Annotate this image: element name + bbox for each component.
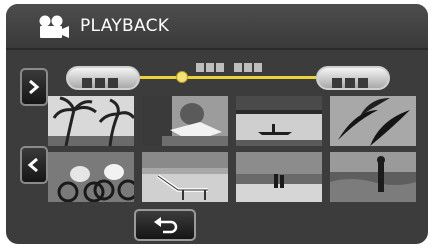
date-placeholder — [82, 73, 121, 92]
timeline-start-date[interactable] — [66, 66, 140, 90]
thumbnail-palm-trees[interactable] — [48, 96, 134, 146]
thumbnail-cyclists[interactable] — [48, 152, 134, 202]
playback-screen: PLAYBACK — [6, 4, 428, 244]
next-page-button[interactable] — [20, 68, 48, 106]
thumbnail-canoe-on-lake[interactable] — [236, 96, 322, 146]
thumbnail-couple-on-beach[interactable] — [236, 152, 322, 202]
header-bar: PLAYBACK — [6, 4, 428, 50]
thumbnail-palm-leaves[interactable] — [330, 96, 416, 146]
thumbnail-beach-chair[interactable] — [142, 152, 228, 202]
movie-camera-icon — [39, 15, 69, 38]
timeline-slider-knob[interactable] — [176, 71, 188, 83]
timeline-end-date[interactable] — [316, 66, 390, 90]
date-placeholder — [332, 73, 371, 92]
timeline-slider-track[interactable] — [140, 76, 316, 79]
page-title: PLAYBACK — [80, 16, 170, 36]
back-button[interactable] — [134, 209, 196, 241]
chevron-left-icon — [27, 157, 38, 173]
previous-page-button[interactable] — [20, 146, 48, 184]
return-arrow-icon — [154, 217, 178, 234]
chevron-right-icon — [29, 79, 40, 95]
current-date-placeholder — [196, 57, 264, 76]
thumbnail-person-reading[interactable] — [142, 96, 228, 146]
thumbnail-person-by-water[interactable] — [330, 152, 416, 202]
